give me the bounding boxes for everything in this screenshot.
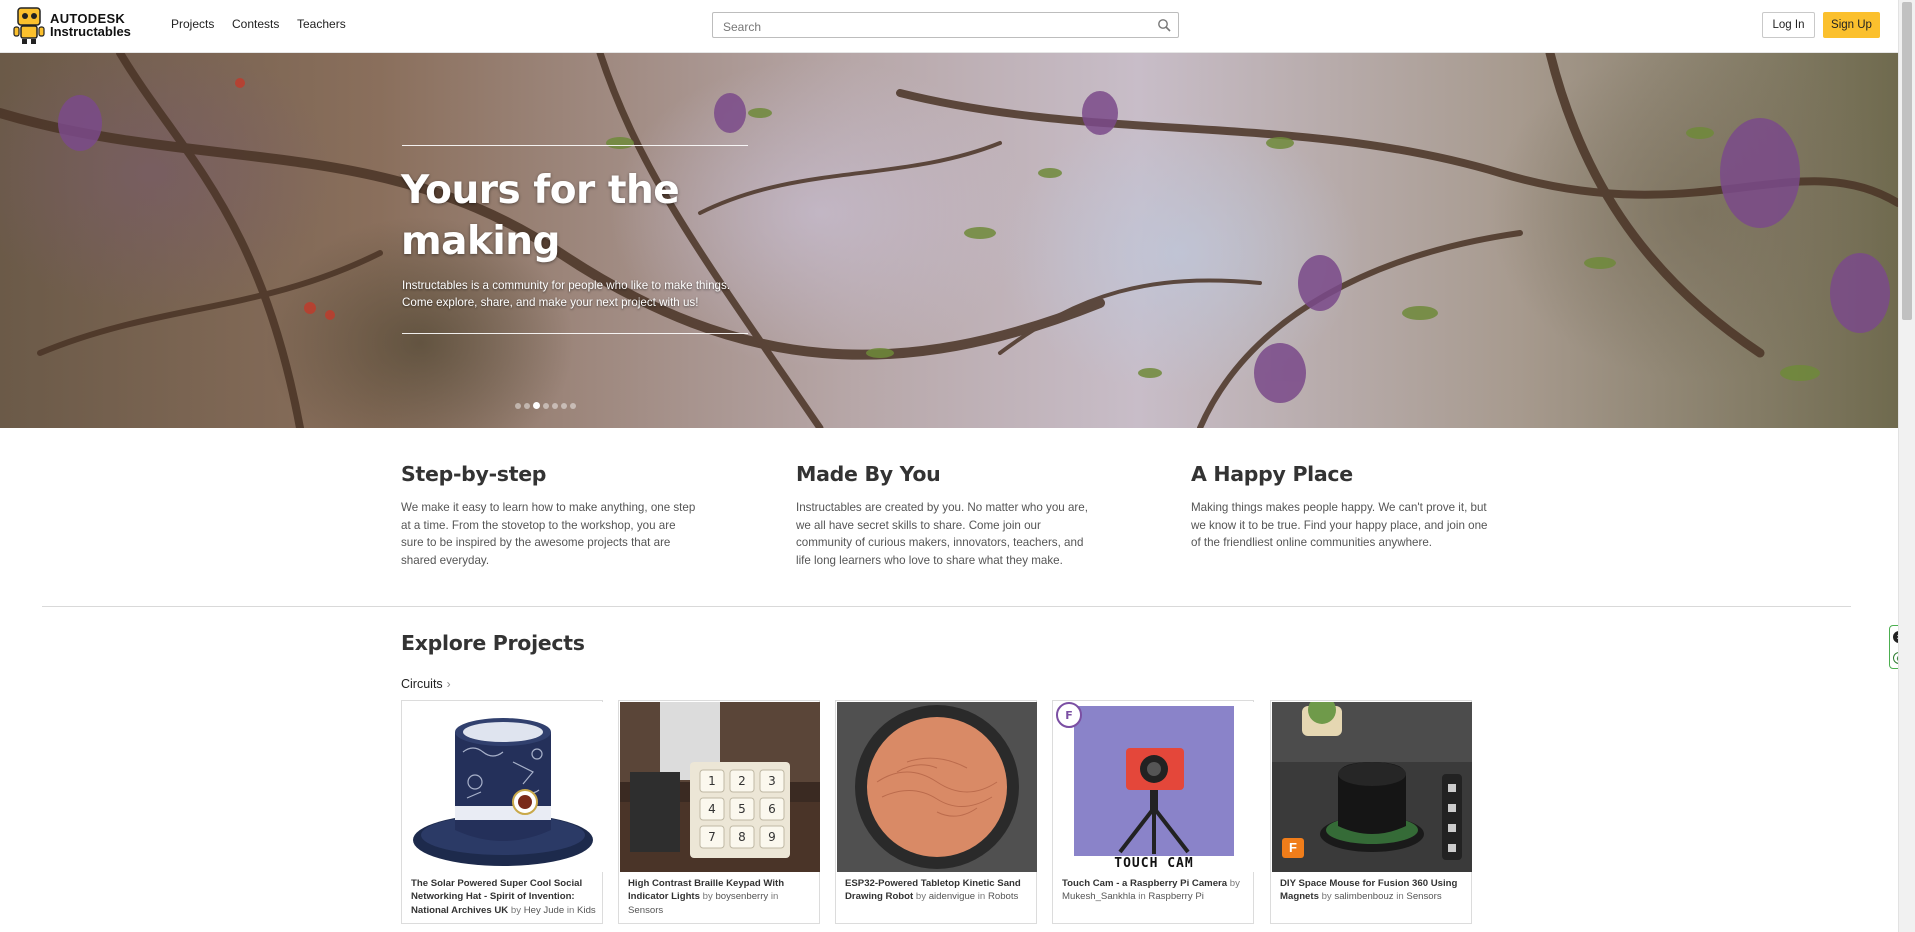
- instructables-logo[interactable]: AUTODESK Instructables: [13, 5, 133, 47]
- feature-step-by-step: Step-by-step We make it easy to learn ho…: [401, 462, 701, 569]
- project-thumbnail-hat[interactable]: [403, 702, 603, 872]
- carousel-dot[interactable]: [570, 402, 576, 409]
- carousel-dots: [515, 397, 579, 410]
- featured-badge-letter: F: [1065, 709, 1073, 722]
- nav-contests[interactable]: Contests: [232, 17, 279, 31]
- search-input[interactable]: [721, 17, 1145, 36]
- touch-cam-image: F: [1056, 702, 1234, 856]
- feature-text: Making things makes people happy. We can…: [1191, 501, 1488, 550]
- feature-text: We make it easy to learn how to make any…: [401, 501, 696, 567]
- hero-banner: Yours for the making Instructables is a …: [0, 53, 1898, 428]
- project-category[interactable]: Sensors: [628, 905, 663, 916]
- project-card[interactable]: F DIY Space Mouse for Fusion 360 Using M…: [1270, 700, 1472, 924]
- touch-cam-label: TOUCH CAM: [1114, 856, 1194, 871]
- project-thumbnail-sand-robot[interactable]: [837, 702, 1037, 872]
- project-caption: ESP32-Powered Tabletop Kinetic Sand Draw…: [845, 877, 1031, 904]
- project-caption: Touch Cam - a Raspberry Pi Camera by Muk…: [1062, 877, 1248, 904]
- project-category[interactable]: Kids: [577, 905, 596, 916]
- nav-teachers[interactable]: Teachers: [297, 17, 346, 31]
- project-thumbnail-braille-keypad[interactable]: 1 2 3 4 5 6 7 8 9: [620, 702, 820, 872]
- project-card[interactable]: ESP32-Powered Tabletop Kinetic Sand Draw…: [835, 700, 1037, 924]
- feature-happy-place: A Happy Place Making things makes people…: [1191, 462, 1491, 552]
- hero-title: Yours for the making: [401, 168, 680, 264]
- project-category[interactable]: Raspberry Pi: [1148, 891, 1203, 902]
- project-thumbnail-touch-cam[interactable]: F TOUCH CAM: [1054, 702, 1254, 872]
- keypad-key-label: 8: [738, 830, 746, 844]
- feature-text: Instructables are created by you. No mat…: [796, 501, 1088, 567]
- category-link-circuits[interactable]: Circuits ›: [401, 677, 451, 691]
- caption-in: in: [566, 904, 575, 916]
- logo-line-instructables: Instructables: [50, 24, 131, 39]
- project-category[interactable]: Sensors: [1406, 891, 1441, 902]
- project-category[interactable]: Robots: [988, 891, 1018, 902]
- fusion-logo-icon: F: [1289, 840, 1297, 855]
- project-thumbnail-space-mouse[interactable]: F: [1272, 702, 1472, 872]
- explore-projects-title: Explore Projects: [401, 631, 585, 655]
- project-author[interactable]: aidenvigue: [929, 891, 975, 902]
- carousel-dot[interactable]: [515, 402, 521, 409]
- caption-in: in: [977, 891, 986, 903]
- keypad-key-label: 2: [738, 774, 746, 788]
- feature-title: Step-by-step: [401, 462, 547, 486]
- project-card[interactable]: F TOUCH CAM Touch Cam - a Raspberry Pi C…: [1052, 700, 1254, 924]
- project-author[interactable]: Hey Jude: [524, 905, 565, 916]
- project-caption: High Contrast Braille Keypad With Indica…: [628, 877, 814, 917]
- keypad-key-label: 1: [708, 774, 716, 788]
- project-card[interactable]: 1 2 3 4 5 6 7 8 9 High Contrast Braille Keypad W…: [618, 700, 820, 924]
- sand-table-image: [837, 702, 1037, 872]
- category-label: Circuits: [401, 677, 443, 691]
- project-author[interactable]: boysenberry: [715, 891, 768, 902]
- section-divider: [42, 606, 1851, 607]
- caption-by: by: [702, 891, 713, 903]
- caption-in: in: [1138, 891, 1146, 903]
- hero-bottom-rule: [402, 333, 748, 334]
- signup-button[interactable]: Sign Up: [1823, 12, 1880, 38]
- scrollbar-thumb[interactable]: [1902, 2, 1912, 320]
- braille-keypad-image: 1 2 3 4 5 6 7 8 9: [620, 702, 820, 872]
- caption-in: in: [1396, 891, 1404, 903]
- carousel-dot[interactable]: [524, 402, 530, 409]
- logo-wordmark: AUTODESK Instructables: [50, 12, 131, 38]
- project-caption: DIY Space Mouse for Fusion 360 Using Mag…: [1280, 877, 1466, 904]
- chevron-right-icon: ›: [446, 677, 451, 691]
- keypad-key-label: 3: [768, 774, 776, 788]
- caption-by: by: [915, 891, 927, 903]
- keypad-key-label: 9: [768, 830, 776, 844]
- feature-made-by-you: Made By You Instructables are created by…: [796, 462, 1096, 569]
- carousel-dot[interactable]: [552, 402, 558, 409]
- caption-in: in: [770, 891, 779, 903]
- keypad-key-label: 6: [768, 802, 776, 816]
- hero-subtitle: Instructables is a community for people …: [402, 279, 730, 309]
- project-author[interactable]: salimbenbouz: [1334, 891, 1393, 902]
- caption-by: by: [510, 904, 522, 916]
- login-button[interactable]: Log In: [1762, 12, 1815, 38]
- project-caption: The Solar Powered Super Cool Social Netw…: [411, 877, 597, 917]
- hero-background-image: [0, 53, 1898, 428]
- carousel-dot[interactable]: [543, 402, 549, 409]
- keypad-keys: 1 2 3 4 5 6 7 8 9: [699, 769, 785, 849]
- keypad-key-label: 4: [708, 802, 716, 816]
- top-hat-image: [413, 718, 593, 866]
- caption-by: by: [1229, 878, 1240, 889]
- top-header: AUTODESK Instructables Projects Contests…: [0, 0, 1898, 53]
- search-box[interactable]: [712, 12, 1179, 38]
- feature-title: Made By You: [796, 462, 941, 486]
- robot-logo-icon: [13, 7, 45, 44]
- hero-top-rule: [402, 145, 748, 146]
- search-icon[interactable]: [1157, 18, 1171, 32]
- project-author[interactable]: Mukesh_Sankhla: [1062, 891, 1136, 902]
- project-title[interactable]: Touch Cam - a Raspberry Pi Camera: [1062, 878, 1227, 889]
- caption-by: by: [1321, 891, 1332, 903]
- page-scrollbar[interactable]: [1898, 0, 1915, 932]
- carousel-dot[interactable]: [561, 402, 567, 409]
- project-card[interactable]: The Solar Powered Super Cool Social Netw…: [401, 700, 603, 924]
- keypad-key-label: 7: [708, 830, 716, 844]
- feature-title: A Happy Place: [1191, 462, 1353, 486]
- nav-projects[interactable]: Projects: [171, 17, 214, 31]
- keypad-key-label: 5: [738, 802, 746, 816]
